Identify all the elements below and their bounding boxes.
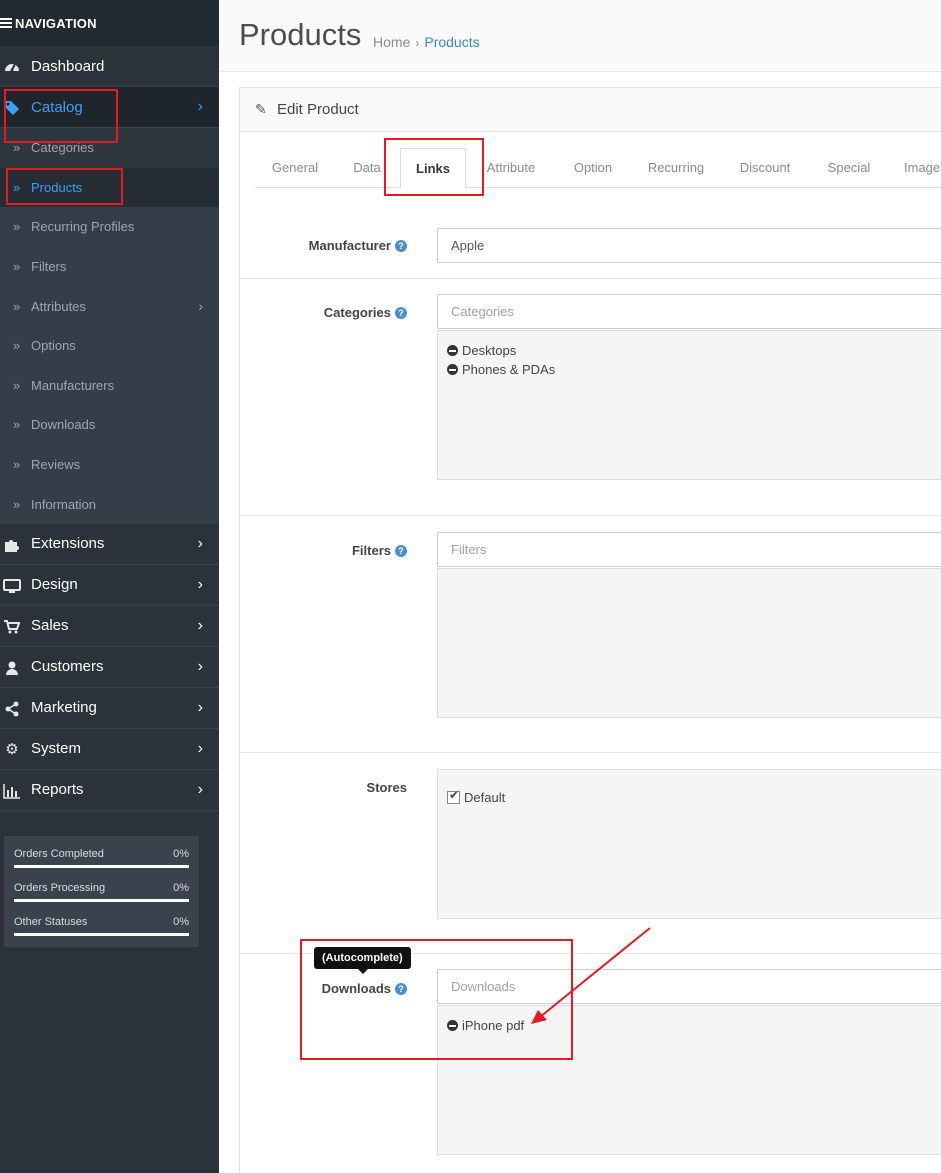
annotation-arrow-icon: [531, 927, 651, 1024]
